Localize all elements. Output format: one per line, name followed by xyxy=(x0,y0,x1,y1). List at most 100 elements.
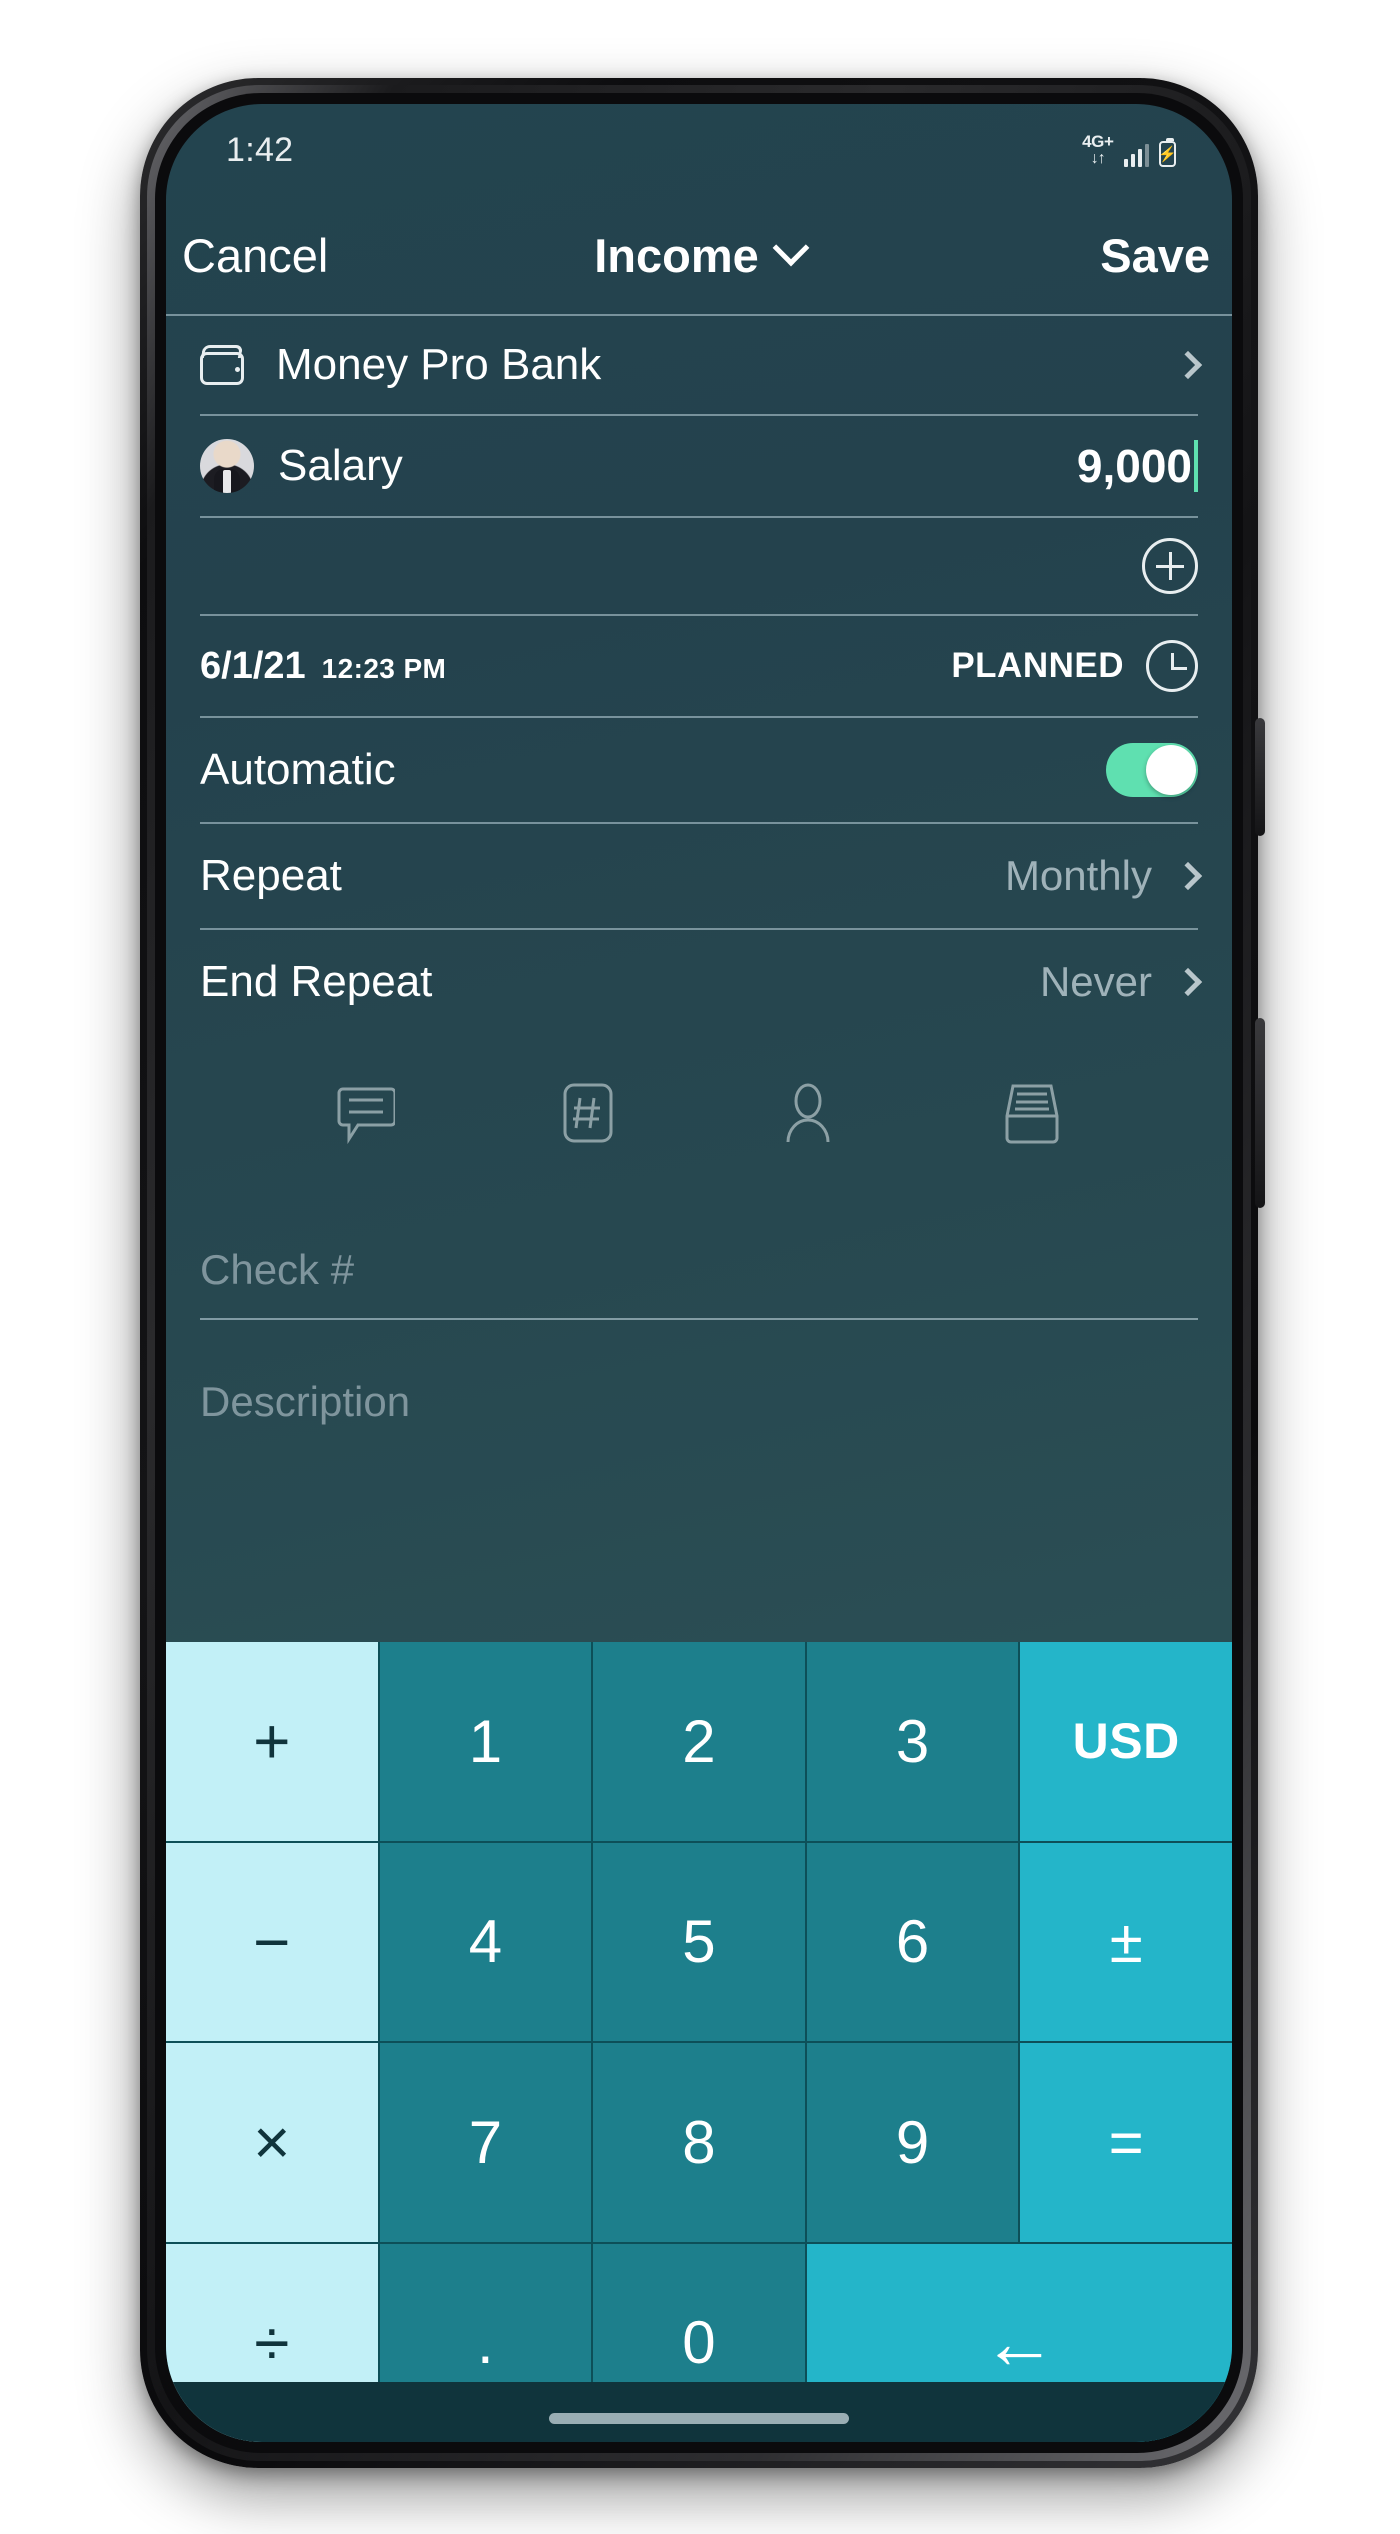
clock-icon[interactable] xyxy=(1146,640,1198,692)
account-row[interactable]: Money Pro Bank xyxy=(166,316,1232,414)
chevron-right-icon xyxy=(1173,861,1203,891)
battery-charging-icon: ⚡ xyxy=(1158,138,1177,167)
plus-circle-icon[interactable] xyxy=(1142,538,1198,594)
key-3[interactable]: 3 xyxy=(806,1642,1019,1841)
text-caret xyxy=(1194,440,1198,492)
amount-input[interactable]: 9,000 xyxy=(1077,439,1198,493)
key-plus-label: + xyxy=(253,1705,291,1778)
chevron-down-icon xyxy=(772,229,810,267)
key-0-label: 0 xyxy=(682,2309,716,2377)
key-1[interactable]: 1 xyxy=(379,1642,592,1841)
home-indicator[interactable] xyxy=(549,2413,849,2424)
key-7-label: 7 xyxy=(468,2108,503,2176)
chevron-right-icon xyxy=(1173,350,1203,380)
key-decimal-label: . xyxy=(477,2309,494,2377)
account-left-group: Money Pro Bank xyxy=(200,340,601,390)
transaction-date: 6/1/21 xyxy=(200,644,306,687)
description-placeholder: Description xyxy=(200,1378,411,1425)
end-repeat-value: Never xyxy=(1039,958,1152,1005)
signal-bars-icon xyxy=(1123,143,1149,167)
navigation-bar: Cancel Income Save xyxy=(166,196,1232,314)
key-3-label: 3 xyxy=(895,1707,930,1775)
end-repeat-label: End Repeat xyxy=(200,957,433,1006)
status-group[interactable]: PLANNED xyxy=(951,640,1198,692)
key-8-label: 8 xyxy=(682,2108,716,2176)
key-8[interactable]: 8 xyxy=(593,2043,805,2242)
status-bar: 1:42 4G+ ↓↑ ⚡ xyxy=(166,104,1232,196)
data-arrows-icon: ↓↑ xyxy=(1090,150,1106,167)
key-7[interactable]: 7 xyxy=(379,2043,592,2242)
date-group[interactable]: 6/1/21 12:23 PM xyxy=(200,645,446,688)
account-name: Money Pro Bank xyxy=(276,340,602,389)
add-category-row[interactable] xyxy=(166,518,1232,614)
save-button[interactable]: Save xyxy=(1100,228,1210,283)
chevron-right-icon xyxy=(1173,967,1203,997)
key-multiply[interactable]: × xyxy=(166,2043,378,2242)
attachment-icon-strip xyxy=(166,1034,1232,1144)
key-minus-label: − xyxy=(253,1905,291,1978)
home-bar-background xyxy=(166,2382,1232,2442)
end-repeat-right-group: Never xyxy=(1039,958,1203,1006)
key-4[interactable]: 4 xyxy=(379,1842,592,2041)
power-button[interactable] xyxy=(1255,718,1265,836)
toggle-knob xyxy=(1146,745,1196,795)
repeat-row[interactable]: Repeat Monthly xyxy=(166,824,1232,928)
automatic-row[interactable]: Automatic xyxy=(166,718,1232,822)
volume-buttons[interactable] xyxy=(1255,1018,1265,1208)
automatic-label: Automatic xyxy=(200,745,396,794)
key-currency-usd-label: USD xyxy=(1072,1713,1180,1770)
status-icons: 4G+ ↓↑ ⚡ xyxy=(1082,132,1177,167)
key-1-label: 1 xyxy=(468,1707,503,1775)
payee-person-icon[interactable] xyxy=(780,1082,836,1144)
key-2[interactable]: 2 xyxy=(593,1642,805,1841)
avatar xyxy=(200,439,254,493)
check-number-icon[interactable] xyxy=(562,1082,614,1144)
phone-device-frame: 1:42 4G+ ↓↑ ⚡ Cancel Income Save Money P… xyxy=(140,78,1265,2468)
key-6[interactable]: 6 xyxy=(806,1842,1019,2041)
transaction-time: 12:23 PM xyxy=(321,652,447,684)
key-plus[interactable]: + xyxy=(166,1642,378,1841)
check-number-placeholder: Check # xyxy=(200,1246,355,1293)
repeat-label: Repeat xyxy=(200,851,342,900)
key-equals[interactable]: = xyxy=(1020,2043,1232,2242)
category-amount-row[interactable]: Salary 9,000 xyxy=(166,416,1232,516)
category-left-group: Salary xyxy=(200,439,403,493)
check-number-field[interactable]: Check # xyxy=(200,1246,1198,1320)
page-title: Income xyxy=(594,228,759,282)
phone-screen: 1:42 4G+ ↓↑ ⚡ Cancel Income Save Money P… xyxy=(166,104,1232,2442)
status-clock: 1:42 xyxy=(226,130,294,169)
repeat-right-group: Monthly xyxy=(1004,852,1203,900)
description-field[interactable]: Description xyxy=(200,1378,1198,1450)
note-comment-icon[interactable] xyxy=(337,1082,396,1144)
key-9[interactable]: 9 xyxy=(806,2043,1019,2242)
wallet-icon xyxy=(200,345,248,385)
key-5[interactable]: 5 xyxy=(593,1842,805,2041)
transaction-form: Money Pro Bank Salary 9,000 6/1/21 12:23… xyxy=(166,314,1232,1450)
key-minus[interactable]: − xyxy=(166,1842,378,2041)
network-label: 4G+ xyxy=(1082,132,1114,151)
key-plus-minus[interactable]: ± xyxy=(1020,1842,1232,2041)
end-repeat-row[interactable]: End Repeat Never xyxy=(166,930,1232,1034)
key-currency-usd[interactable]: USD xyxy=(1020,1642,1232,1841)
key-2-label: 2 xyxy=(682,1707,716,1775)
file-box-icon[interactable] xyxy=(1003,1082,1061,1144)
key-equals-label: = xyxy=(1108,2108,1144,2176)
field-underline xyxy=(200,1318,1198,1320)
numeric-keypad: +1 2 3 USD − 4 5 6 ± × 7 8 9 = ÷. 0 ← xyxy=(166,1642,1232,2442)
screenshot-stage: 1:42 4G+ ↓↑ ⚡ Cancel Income Save Money P… xyxy=(0,0,1400,2534)
status-badge: PLANNED xyxy=(951,646,1124,685)
key-4-label: 4 xyxy=(468,1908,503,1976)
key-5-label: 5 xyxy=(682,1908,716,1976)
network-type-indicator: 4G+ ↓↑ xyxy=(1082,132,1114,167)
key-6-label: 6 xyxy=(895,1908,930,1976)
repeat-value: Monthly xyxy=(1004,852,1152,899)
category-name: Salary xyxy=(278,441,403,490)
automatic-toggle[interactable] xyxy=(1106,743,1198,797)
key-9-label: 9 xyxy=(895,2108,930,2176)
key-divide-label: ÷ xyxy=(254,2306,290,2379)
key-plus-minus-label: ± xyxy=(1109,1908,1143,1976)
date-status-row[interactable]: 6/1/21 12:23 PM PLANNED xyxy=(166,616,1232,716)
amount-value: 9,000 xyxy=(1076,440,1192,492)
transaction-type-selector[interactable]: Income xyxy=(166,228,1232,283)
key-backspace-label: ← xyxy=(982,2301,1057,2385)
